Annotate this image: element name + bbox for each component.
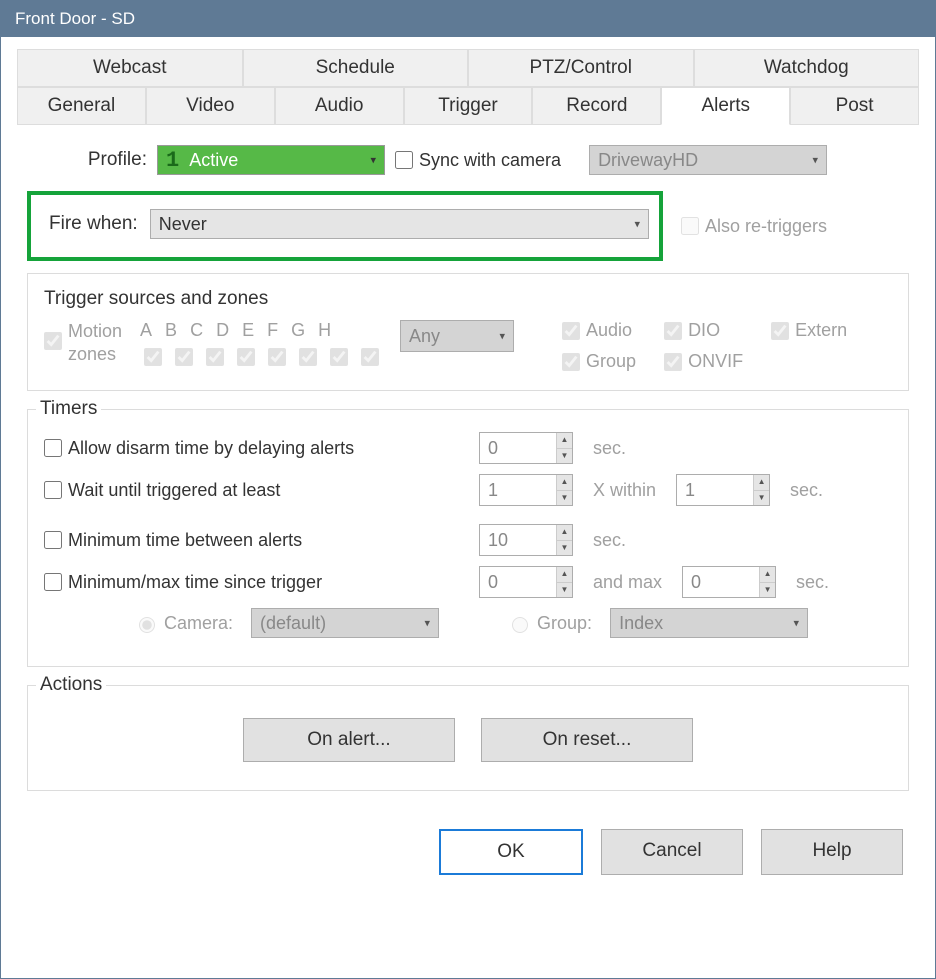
tabs-lower: General Video Audio Trigger Record Alert… [17,87,919,125]
wait-count-spinner[interactable]: ▲▼ [479,474,573,506]
tab-watchdog[interactable]: Watchdog [694,49,920,87]
on-reset-button[interactable]: On reset... [481,718,693,762]
tab-alerts[interactable]: Alerts [661,87,790,125]
spin-down-icon[interactable]: ▼ [557,541,572,556]
fire-when-highlight: Fire when: Never ▾ [27,191,663,261]
actions-legend: Actions [36,674,106,696]
spin-up-icon[interactable]: ▲ [557,475,572,491]
zone-g-checkbox [330,348,348,366]
cancel-button[interactable]: Cancel [601,829,743,875]
zone-any-dropdown: Any ▾ [400,320,514,352]
zone-check-row [140,345,382,369]
spin-up-icon[interactable]: ▲ [760,567,775,583]
sync-with-camera-checkbox[interactable]: Sync with camera [395,150,561,171]
spin-down-icon[interactable]: ▼ [760,583,775,598]
onvif-checkbox: ONVIF [664,351,743,372]
window-titlebar: Front Door - SD [1,1,935,37]
zone-b-checkbox [175,348,193,366]
zone-f-checkbox [299,348,317,366]
spin-up-icon[interactable]: ▲ [557,433,572,449]
trigger-sources-group: Trigger sources and zones Motionzones AB… [27,273,909,391]
tab-post[interactable]: Post [790,87,919,125]
profile-label: Profile: [27,149,147,171]
spin-up-icon[interactable]: ▲ [557,525,572,541]
audio-checkbox: Audio [562,320,636,341]
zone-c-checkbox [206,348,224,366]
tab-video[interactable]: Video [146,87,275,125]
tab-audio[interactable]: Audio [275,87,404,125]
camera-radio: Camera: [134,613,233,634]
chevron-down-icon: ▾ [634,218,640,231]
motion-zones-checkbox: Motionzones [44,320,122,367]
chevron-down-icon: ▾ [500,330,506,343]
tab-schedule[interactable]: Schedule [243,49,469,87]
zone-a-checkbox [144,348,162,366]
dialog-footer: OK Cancel Help [17,817,919,875]
zone-d-checkbox [237,348,255,366]
spin-down-icon[interactable]: ▼ [557,449,572,464]
wait-triggered-checkbox[interactable]: Wait until triggered at least [44,480,459,501]
min-between-checkbox[interactable]: Minimum time between alerts [44,530,459,551]
fire-when-label: Fire when: [49,213,138,235]
tab-record[interactable]: Record [532,87,661,125]
ok-button[interactable]: OK [439,829,583,875]
min-max-since-checkbox[interactable]: Minimum/max time since trigger [44,572,459,593]
tab-trigger[interactable]: Trigger [404,87,533,125]
actions-group: Actions On alert... On reset... [27,685,909,791]
spin-down-icon[interactable]: ▼ [557,583,572,598]
chevron-down-icon: ▾ [813,154,819,167]
spin-down-icon[interactable]: ▼ [754,491,769,506]
spin-up-icon[interactable]: ▲ [557,567,572,583]
profile-value: Active [189,150,238,171]
group-select: Index ▾ [610,608,808,638]
fire-when-dropdown[interactable]: Never ▾ [150,209,649,239]
camera-select: (default) ▾ [251,608,439,638]
wait-within-spinner[interactable]: ▲▼ [676,474,770,506]
dio-checkbox: DIO [664,320,743,341]
extern-checkbox: Extern [771,320,847,341]
spin-up-icon[interactable]: ▲ [754,475,769,491]
also-retriggers-checkbox: Also re-triggers [681,216,827,237]
allow-disarm-spinner[interactable]: ▲▼ [479,432,573,464]
chevron-down-icon: ▾ [794,617,800,630]
group-radio: Group: [507,613,592,634]
tab-general[interactable]: General [17,87,146,125]
tab-webcast[interactable]: Webcast [17,49,243,87]
timers-legend: Timers [36,398,101,420]
window-title: Front Door - SD [15,9,135,28]
timers-group: Timers Allow disarm time by delaying ale… [27,409,909,667]
chevron-down-icon: ▾ [370,154,376,167]
tab-ptz-control[interactable]: PTZ/Control [468,49,694,87]
zone-letters: AB CD EF GH [140,320,382,341]
tabs-upper: Webcast Schedule PTZ/Control Watchdog [17,49,919,87]
zone-h-checkbox [361,348,379,366]
chevron-down-icon: ▾ [425,617,431,630]
group-checkbox: Group [562,351,636,372]
profile-index: 1 [166,148,179,173]
zone-e-checkbox [268,348,286,366]
sync-camera-dropdown: DrivewayHD ▾ [589,145,827,175]
spin-down-icon[interactable]: ▼ [557,491,572,506]
min-since-spinner[interactable]: ▲▼ [479,566,573,598]
max-since-spinner[interactable]: ▲▼ [682,566,776,598]
min-between-spinner[interactable]: ▲▼ [479,524,573,556]
on-alert-button[interactable]: On alert... [243,718,455,762]
trigger-sources-legend: Trigger sources and zones [44,288,892,310]
help-button[interactable]: Help [761,829,903,875]
profile-dropdown[interactable]: 1 Active ▾ [157,145,385,175]
allow-disarm-checkbox[interactable]: Allow disarm time by delaying alerts [44,438,459,459]
